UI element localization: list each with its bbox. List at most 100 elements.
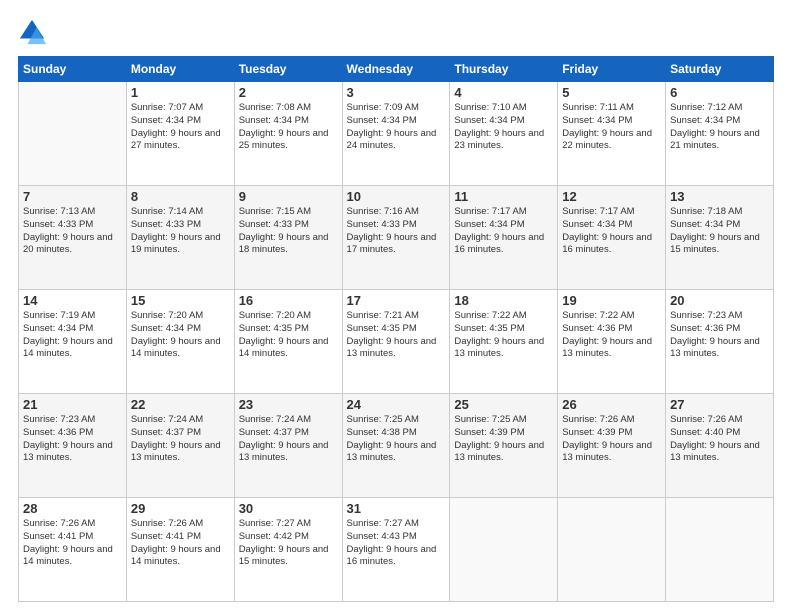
day-number: 16 (239, 293, 338, 308)
calendar-cell: 16Sunrise: 7:20 AMSunset: 4:35 PMDayligh… (234, 290, 342, 394)
day-number: 11 (454, 189, 553, 204)
day-info: Sunrise: 7:07 AMSunset: 4:34 PMDaylight:… (131, 102, 230, 153)
day-number: 27 (670, 397, 769, 412)
day-number: 26 (562, 397, 661, 412)
calendar-table: SundayMondayTuesdayWednesdayThursdayFrid… (18, 56, 774, 602)
day-number: 9 (239, 189, 338, 204)
day-info: Sunrise: 7:27 AMSunset: 4:43 PMDaylight:… (347, 518, 446, 569)
weekday-header-friday: Friday (558, 57, 666, 82)
weekday-header-wednesday: Wednesday (342, 57, 450, 82)
day-number: 25 (454, 397, 553, 412)
day-info: Sunrise: 7:26 AMSunset: 4:40 PMDaylight:… (670, 414, 769, 465)
calendar-cell: 13 Sunrise: 7:18 AMSunset: 4:34 PMDayligh… (666, 186, 774, 290)
calendar-cell: 23 Sunrise: 7:24 AMSunset: 4:37 PMDayligh… (234, 394, 342, 498)
calendar-cell: 30 Sunrise: 7:27 AMSunset: 4:42 PMDayligh… (234, 498, 342, 602)
day-info: Sunrise: 7:21 AMSunset: 4:35 PMDaylight:… (347, 310, 446, 361)
day-number: 15 (131, 293, 230, 308)
day-number: 17 (347, 293, 446, 308)
calendar-cell: 4Sunrise: 7:10 AMSunset: 4:34 PMDaylight… (450, 82, 558, 186)
day-number: 30 (239, 501, 338, 516)
day-number: 29 (131, 501, 230, 516)
day-info: Sunrise: 7:24 AMSunset: 4:37 PMDaylight:… (131, 414, 230, 465)
day-number: 23 (239, 397, 338, 412)
day-info: Sunrise: 7:15 AMSunset: 4:33 PMDaylight:… (239, 206, 338, 257)
weekday-header-tuesday: Tuesday (234, 57, 342, 82)
page: SundayMondayTuesdayWednesdayThursdayFrid… (0, 0, 792, 612)
weekday-header-sunday: Sunday (19, 57, 127, 82)
day-info: Sunrise: 7:25 AMSunset: 4:38 PMDaylight:… (347, 414, 446, 465)
day-info: Sunrise: 7:22 AMSunset: 4:35 PMDaylight:… (454, 310, 553, 361)
calendar-cell: 15 Sunrise: 7:20 AMSunset: 4:34 PMDayligh… (126, 290, 234, 394)
day-number: 20 (670, 293, 769, 308)
calendar-cell: 3 Sunrise: 7:09 AMSunset: 4:34 PMDaylight… (342, 82, 450, 186)
day-number: 14 (23, 293, 122, 308)
day-number: 8 (131, 189, 230, 204)
day-number: 21 (23, 397, 122, 412)
calendar-cell: 31 Sunrise: 7:27 AMSunset: 4:43 PMDayligh… (342, 498, 450, 602)
day-number: 31 (347, 501, 446, 516)
day-info: Sunrise: 7:23 AMSunset: 4:36 PMDaylight:… (23, 414, 122, 465)
day-number: 24 (347, 397, 446, 412)
day-info: Sunrise: 7:17 AMSunset: 4:34 PMDaylight:… (454, 206, 553, 257)
day-info: Sunrise: 7:27 AMSunset: 4:42 PMDaylight:… (239, 518, 338, 569)
day-info: Sunrise: 7:09 AMSunset: 4:34 PMDaylight:… (347, 102, 446, 153)
day-number: 6 (670, 85, 769, 100)
calendar-cell (19, 82, 127, 186)
calendar-cell: 20Sunrise: 7:23 AMSunset: 4:36 PMDayligh… (666, 290, 774, 394)
calendar-cell: 24 Sunrise: 7:25 AMSunset: 4:38 PMDayligh… (342, 394, 450, 498)
day-number: 12 (562, 189, 661, 204)
day-info: Sunrise: 7:22 AMSunset: 4:36 PMDaylight:… (562, 310, 661, 361)
day-info: Sunrise: 7:13 AMSunset: 4:33 PMDaylight:… (23, 206, 122, 257)
calendar-week-5: 28Sunrise: 7:26 AMSunset: 4:41 PMDayligh… (19, 498, 774, 602)
day-number: 5 (562, 85, 661, 100)
day-info: Sunrise: 7:17 AMSunset: 4:34 PMDaylight:… (562, 206, 661, 257)
calendar-cell: 6Sunrise: 7:12 AMSunset: 4:34 PMDaylight… (666, 82, 774, 186)
day-number: 2 (239, 85, 338, 100)
weekday-header-row: SundayMondayTuesdayWednesdayThursdayFrid… (19, 57, 774, 82)
day-number: 19 (562, 293, 661, 308)
weekday-header-monday: Monday (126, 57, 234, 82)
day-number: 7 (23, 189, 122, 204)
calendar-cell: 5 Sunrise: 7:11 AMSunset: 4:34 PMDaylight… (558, 82, 666, 186)
day-info: Sunrise: 7:24 AMSunset: 4:37 PMDaylight:… (239, 414, 338, 465)
calendar-cell (558, 498, 666, 602)
day-info: Sunrise: 7:19 AMSunset: 4:34 PMDaylight:… (23, 310, 122, 361)
calendar-cell (666, 498, 774, 602)
header (18, 18, 774, 46)
calendar-cell: 22 Sunrise: 7:24 AMSunset: 4:37 PMDayligh… (126, 394, 234, 498)
day-info: Sunrise: 7:11 AMSunset: 4:34 PMDaylight:… (562, 102, 661, 153)
logo (18, 18, 50, 46)
day-number: 3 (347, 85, 446, 100)
day-number: 22 (131, 397, 230, 412)
day-info: Sunrise: 7:16 AMSunset: 4:33 PMDaylight:… (347, 206, 446, 257)
calendar-week-3: 14 Sunrise: 7:19 AMSunset: 4:34 PMDayligh… (19, 290, 774, 394)
calendar-cell: 25Sunrise: 7:25 AMSunset: 4:39 PMDayligh… (450, 394, 558, 498)
calendar-cell: 10 Sunrise: 7:16 AMSunset: 4:33 PMDayligh… (342, 186, 450, 290)
day-info: Sunrise: 7:20 AMSunset: 4:34 PMDaylight:… (131, 310, 230, 361)
logo-icon (18, 18, 46, 46)
calendar-cell (450, 498, 558, 602)
day-info: Sunrise: 7:10 AMSunset: 4:34 PMDaylight:… (454, 102, 553, 153)
calendar-cell: 26 Sunrise: 7:26 AMSunset: 4:39 PMDayligh… (558, 394, 666, 498)
calendar-week-1: 1Sunrise: 7:07 AMSunset: 4:34 PMDaylight… (19, 82, 774, 186)
calendar-cell: 11 Sunrise: 7:17 AMSunset: 4:34 PMDayligh… (450, 186, 558, 290)
calendar-cell: 9 Sunrise: 7:15 AMSunset: 4:33 PMDaylight… (234, 186, 342, 290)
day-info: Sunrise: 7:18 AMSunset: 4:34 PMDaylight:… (670, 206, 769, 257)
day-number: 13 (670, 189, 769, 204)
calendar-week-4: 21 Sunrise: 7:23 AMSunset: 4:36 PMDayligh… (19, 394, 774, 498)
calendar-cell: 21 Sunrise: 7:23 AMSunset: 4:36 PMDayligh… (19, 394, 127, 498)
calendar-cell: 18 Sunrise: 7:22 AMSunset: 4:35 PMDayligh… (450, 290, 558, 394)
day-number: 18 (454, 293, 553, 308)
day-number: 10 (347, 189, 446, 204)
day-info: Sunrise: 7:08 AMSunset: 4:34 PMDaylight:… (239, 102, 338, 153)
calendar-cell: 27 Sunrise: 7:26 AMSunset: 4:40 PMDayligh… (666, 394, 774, 498)
calendar-cell: 7 Sunrise: 7:13 AMSunset: 4:33 PMDaylight… (19, 186, 127, 290)
calendar-cell: 17 Sunrise: 7:21 AMSunset: 4:35 PMDayligh… (342, 290, 450, 394)
weekday-header-thursday: Thursday (450, 57, 558, 82)
calendar-cell: 12 Sunrise: 7:17 AMSunset: 4:34 PMDayligh… (558, 186, 666, 290)
calendar-cell: 8 Sunrise: 7:14 AMSunset: 4:33 PMDaylight… (126, 186, 234, 290)
day-info: Sunrise: 7:26 AMSunset: 4:41 PMDaylight:… (131, 518, 230, 569)
day-info: Sunrise: 7:14 AMSunset: 4:33 PMDaylight:… (131, 206, 230, 257)
calendar-cell: 14 Sunrise: 7:19 AMSunset: 4:34 PMDayligh… (19, 290, 127, 394)
day-info: Sunrise: 7:26 AMSunset: 4:39 PMDaylight:… (562, 414, 661, 465)
